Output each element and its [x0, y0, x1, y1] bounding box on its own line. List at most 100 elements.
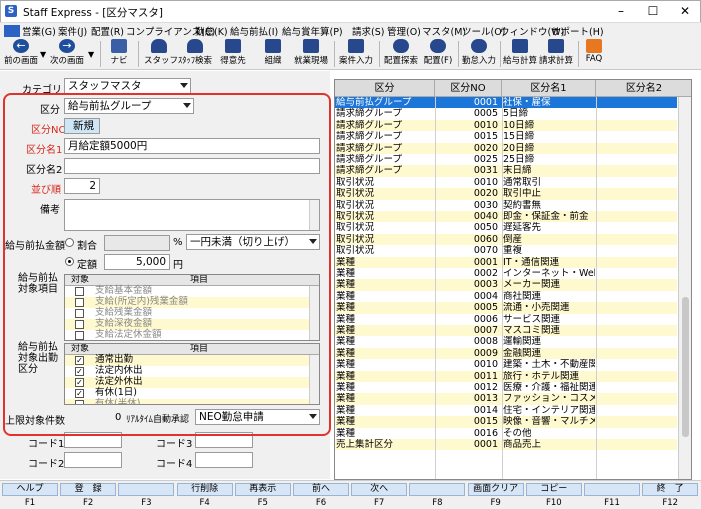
- table-row[interactable]: 取引状況 0030 契約書無: [335, 200, 677, 211]
- list-item[interactable]: 有休(半休): [65, 399, 309, 404]
- order-input[interactable]: 2: [64, 178, 100, 194]
- table-row[interactable]: 業種 0003 メーカー関連: [335, 279, 677, 291]
- toolbar-navi-button[interactable]: ナビ: [106, 38, 132, 70]
- list-item[interactable]: 支給法定休金額: [65, 330, 309, 340]
- table-row[interactable]: 請求締グループ 0025 25日締: [335, 154, 677, 165]
- note-scrollbar[interactable]: [309, 200, 319, 230]
- table-row[interactable]: 業種 0002 インターネット・Web!: [335, 268, 677, 279]
- grid-scrollbar[interactable]: [678, 97, 691, 479]
- table-row[interactable]: 業種 0014 住宅・インテリア関連: [335, 405, 677, 416]
- table-row[interactable]: 業種 0016 その他: [335, 428, 677, 439]
- table-row[interactable]: 請求締グループ 0010 10日締: [335, 119, 677, 132]
- fixed-radio[interactable]: [65, 257, 74, 266]
- toolbar-client-button[interactable]: 得意先: [218, 38, 248, 70]
- minimize-button[interactable]: –: [609, 3, 633, 19]
- toolbar-billing-button[interactable]: 請求計算: [538, 38, 574, 70]
- scroll-thumb[interactable]: [682, 297, 689, 437]
- fkey-f11-button[interactable]: [584, 483, 640, 496]
- menu-item-master[interactable]: マスタ(M): [422, 24, 466, 38]
- menu-item-job[interactable]: 案件(J): [58, 24, 87, 38]
- toolbar-placement-button[interactable]: 配置(F): [420, 38, 456, 70]
- fkey-f10-button[interactable]: コピー: [525, 483, 582, 496]
- menu-item-billing[interactable]: 請求(S): [352, 24, 384, 38]
- toolbar-placement-search-button[interactable]: 配置探索: [382, 38, 420, 70]
- auto-approve-select[interactable]: NEO勤怠申請: [195, 409, 320, 425]
- fkey-f7-button[interactable]: 次へ: [351, 483, 408, 496]
- forward-dropdown-icon[interactable]: ▼: [88, 50, 94, 59]
- table-row[interactable]: 取引状況 0070 重複: [335, 245, 677, 256]
- table-row[interactable]: 業種 0015 映像・音響・マルチメ: [335, 416, 677, 428]
- table-row[interactable]: 給与前払グループ 0001 社保・雇保: [335, 97, 677, 109]
- note-textarea[interactable]: [64, 199, 320, 231]
- item-checkbox[interactable]: [75, 298, 84, 307]
- table-row[interactable]: 業種 0004 商社関連: [335, 291, 677, 302]
- attend-checkbox[interactable]: ✓: [75, 389, 84, 398]
- table-row[interactable]: 業種 0007 マスコミ関連: [335, 325, 677, 337]
- attendance-scrollbar[interactable]: [309, 355, 319, 404]
- toolbar-staff-search-button[interactable]: ｽﾀｯﾌ検索: [177, 38, 213, 70]
- toolbar-organization-button[interactable]: 組織: [258, 38, 288, 70]
- table-row[interactable]: 取引状況 0020 取引中止: [335, 188, 677, 200]
- menu-item-bonus[interactable]: 給与賞年算(P): [282, 24, 343, 38]
- toolbar-workplace-button[interactable]: 就業現場: [291, 38, 331, 70]
- fkey-f8-button[interactable]: [409, 483, 466, 496]
- attend-checkbox[interactable]: ✓: [75, 367, 84, 376]
- attend-checkbox[interactable]: ✓: [75, 356, 84, 365]
- ratio-input[interactable]: [104, 235, 170, 251]
- name1-input[interactable]: 月給定額5000円: [64, 138, 320, 154]
- table-row[interactable]: 請求締グループ 0020 20日締: [335, 142, 677, 154]
- close-button[interactable]: ✕: [673, 3, 697, 19]
- toolbar-attendance-button[interactable]: 勤怠入力: [461, 38, 497, 70]
- fkey-f4-button[interactable]: 行削除: [176, 483, 233, 496]
- menu-item-placement[interactable]: 配置(R): [91, 24, 124, 38]
- code2-input[interactable]: [64, 452, 122, 468]
- toolbar-payroll-button[interactable]: 給与計算: [503, 38, 537, 70]
- toolbar-job-entry-button[interactable]: 案件入力: [337, 38, 375, 70]
- menu-item-sales[interactable]: 営業(G): [22, 24, 56, 38]
- table-row[interactable]: 請求締グループ 0031 末日締: [335, 165, 677, 177]
- menu-item-attendance[interactable]: 勤怠(K): [195, 24, 228, 38]
- attend-checkbox[interactable]: ✓: [75, 378, 84, 387]
- table-row[interactable]: 業種 0011 旅行・ホテル関連: [335, 370, 677, 382]
- item-checkbox[interactable]: [75, 331, 84, 340]
- kubun-select[interactable]: 給与前払グループ: [64, 98, 194, 114]
- table-row[interactable]: 取引状況 0010 通常取引: [335, 177, 677, 188]
- table-row[interactable]: 業種 0009 金融関連: [335, 347, 677, 360]
- fixed-amount-input[interactable]: 5,000: [104, 254, 170, 270]
- table-row[interactable]: 業種 0013 ファッション・コスメ: [335, 393, 677, 405]
- back-dropdown-icon[interactable]: ▼: [40, 50, 46, 59]
- col-header-name1[interactable]: 区分名1: [502, 80, 596, 97]
- table-row[interactable]: 取引状況 0050 遅延客先: [335, 222, 677, 233]
- items-scrollbar[interactable]: [309, 286, 319, 340]
- table-row[interactable]: 業種 0001 IT・通信関連: [335, 256, 677, 268]
- item-checkbox[interactable]: [75, 287, 84, 296]
- fkey-f3-button[interactable]: [118, 483, 175, 496]
- code1-input[interactable]: [64, 432, 122, 448]
- col-header-kubun-no[interactable]: 区分NO: [435, 80, 502, 97]
- table-row[interactable]: 業種 0012 医療・介護・福祉関連: [335, 382, 677, 393]
- toolbar-back-button[interactable]: ← 前の画面: [2, 38, 40, 70]
- table-row[interactable]: 業種 0008 運輸関連: [335, 336, 677, 347]
- fkey-f5-button[interactable]: 再表示: [234, 483, 291, 496]
- col-header-kubun[interactable]: 区分: [335, 80, 435, 97]
- table-row[interactable]: 業種 0005 流通・小売関連: [335, 302, 677, 314]
- item-checkbox[interactable]: [75, 320, 84, 329]
- toolbar-staff-button[interactable]: スタッフ: [144, 38, 178, 70]
- menu-item-tools[interactable]: ツール(O): [462, 24, 505, 38]
- toolbar-faq-button[interactable]: FAQ: [582, 38, 606, 70]
- toolbar-forward-button[interactable]: → 次の画面: [48, 38, 86, 70]
- table-row[interactable]: 業種 0010 建築・土木・不動産関: [335, 359, 677, 370]
- name2-input[interactable]: [64, 158, 320, 174]
- table-row[interactable]: 業種 0006 サービス関連: [335, 314, 677, 325]
- menu-item-support[interactable]: サポート(H): [551, 24, 604, 38]
- menu-item-advance[interactable]: 給与前払(I): [230, 24, 278, 38]
- table-row[interactable]: 取引状況 0040 即金・保証金・前金: [335, 211, 677, 223]
- rounding-select[interactable]: 一円未満（切り上げ）: [186, 234, 320, 250]
- maximize-button[interactable]: ☐: [641, 3, 665, 19]
- item-checkbox[interactable]: [75, 309, 84, 318]
- category-select[interactable]: スタッフマスタ: [64, 78, 191, 94]
- code3-input[interactable]: [195, 432, 253, 448]
- fkey-f6-button[interactable]: 前へ: [293, 483, 349, 496]
- fkey-f12-button[interactable]: 終 了: [642, 483, 699, 496]
- table-row[interactable]: 請求締グループ 0015 15日締: [335, 131, 677, 142]
